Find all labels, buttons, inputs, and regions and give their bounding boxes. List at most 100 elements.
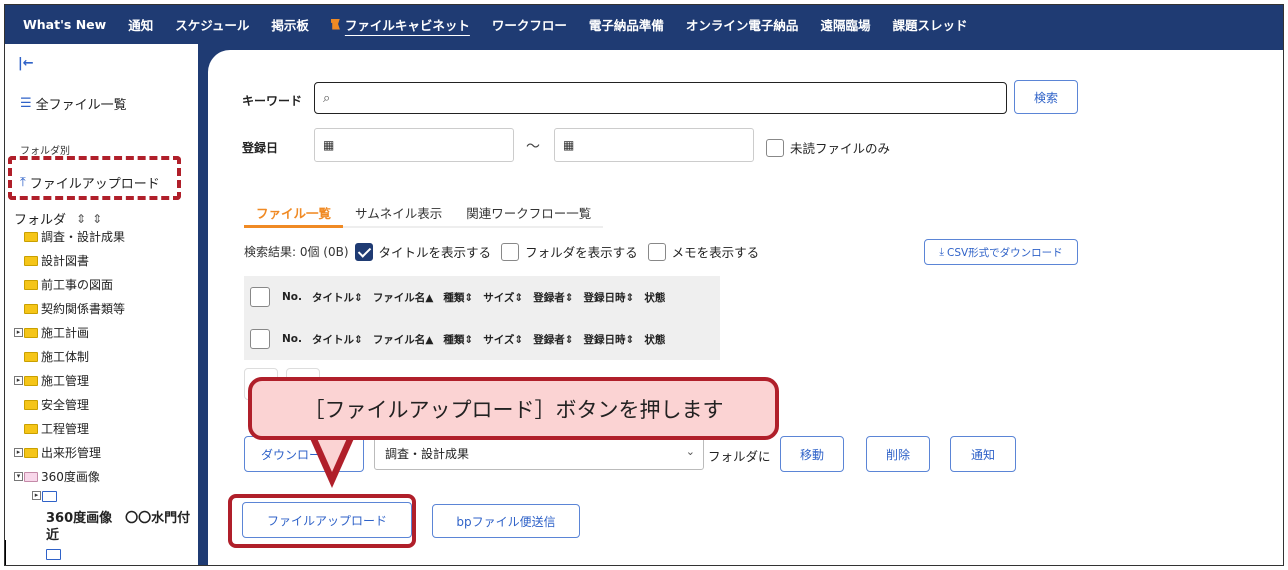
app-frame: |← ☰ 全ファイル一覧 フォルダ別 ⤒ ファイルアップロード フォルダ ⇕⇕ … xyxy=(4,44,1284,566)
bp-file-send-button[interactable]: bpファイル便送信 xyxy=(432,504,580,538)
list-icon: ☰ xyxy=(20,96,32,111)
nav-file-cabinet-label: ファイルキャビネット xyxy=(344,17,470,33)
table-header-row: No. タイトル⇕ ファイル名▲ 種類⇕ サイズ⇕ 登録者⇕ 登録日時⇕ 状態 xyxy=(244,276,675,318)
expand-icon[interactable]: ▸ xyxy=(14,376,23,385)
nav-schedule[interactable]: スケジュール xyxy=(175,4,249,44)
col-status[interactable]: 状態 xyxy=(644,332,665,347)
nav-online-e-delivery[interactable]: オンライン電子納品 xyxy=(686,4,799,44)
show-title-option[interactable]: タイトルを表示する xyxy=(354,242,492,261)
tree-item[interactable]: 契約関係書類等 xyxy=(24,300,125,317)
tree-item-label: 出来形管理 xyxy=(41,446,102,460)
csv-download-button[interactable]: ⤓ CSV形式でダウンロード xyxy=(924,239,1078,265)
by-folder-label: フォルダ別 xyxy=(20,146,70,157)
collapse-sidebar-icon[interactable]: |← xyxy=(18,56,34,71)
download-icon: ⤓ xyxy=(939,245,944,258)
tree-item-label: 施工管理 xyxy=(41,374,90,388)
sidebar-upload-link[interactable]: ⤒ ファイルアップロード xyxy=(20,173,160,192)
nav-e-delivery-prep[interactable]: 電子納品準備 xyxy=(589,4,664,44)
result-count: 検索結果: 0個 (0B) xyxy=(244,245,349,259)
tree-item[interactable]: ▸ 施工管理 xyxy=(14,372,89,389)
col-no[interactable]: No. xyxy=(282,333,302,345)
tree-item[interactable]: 設計図書 xyxy=(24,252,89,269)
show-folder-option[interactable]: フォルダを表示する xyxy=(501,242,638,261)
show-memo-checkbox[interactable] xyxy=(647,242,666,261)
tree-item[interactable]: ▸ 出来形管理 xyxy=(14,444,101,461)
nav-issue-threads[interactable]: 課題スレッド xyxy=(892,4,967,44)
col-size[interactable]: サイズ⇕ xyxy=(483,290,523,305)
col-filename[interactable]: ファイル名▲ xyxy=(373,290,434,305)
search-button[interactable]: 検索 xyxy=(1014,80,1078,114)
expand-icon[interactable]: ▸ xyxy=(14,448,23,457)
move-button[interactable]: 移動 xyxy=(780,436,844,472)
tab-file-list[interactable]: ファイル一覧 xyxy=(244,204,344,228)
tree-item[interactable]: ▸ 施工計画 xyxy=(14,324,89,341)
folder-icon xyxy=(24,375,38,386)
date-to-input[interactable]: ▦ xyxy=(554,128,754,162)
col-registered-at[interactable]: 登録日時⇕ xyxy=(584,290,635,305)
nav-file-cabinet[interactable]: ファイルキャビネット xyxy=(330,4,470,44)
folder-sort-icon[interactable]: ⇕⇕ xyxy=(76,212,108,226)
select-all-checkbox[interactable] xyxy=(250,329,270,349)
tree-item[interactable]: ▾ 360度画像 xyxy=(14,468,100,485)
tree-item[interactable]: ▸ xyxy=(32,490,60,502)
file-upload-button[interactable]: ファイルアップロード xyxy=(242,502,412,538)
col-type[interactable]: 種類⇕ xyxy=(443,332,473,347)
destination-folder-value: 調査・設計成果 xyxy=(385,446,470,461)
tree-item-label: 360度画像 xyxy=(41,470,100,484)
collapse-icon[interactable]: ▾ xyxy=(14,472,23,481)
nav-remote-inspection[interactable]: 遠隔臨場 xyxy=(820,4,870,44)
col-title[interactable]: タイトル⇕ xyxy=(312,290,363,305)
keyword-input[interactable]: ⌕ xyxy=(314,82,1007,114)
expand-icon[interactable]: ▸ xyxy=(14,328,23,337)
col-registered-at[interactable]: 登録日時⇕ xyxy=(584,332,635,347)
tree-item[interactable]: 前工事の図面 xyxy=(24,276,113,293)
unread-only-checkbox[interactable] xyxy=(766,138,784,157)
tree-item-label: 設計図書 xyxy=(41,254,90,268)
instruction-callout: ［ファイルアップロード］ボタンを押します xyxy=(248,377,779,440)
expand-icon[interactable]: ▸ xyxy=(32,491,41,500)
col-registrant[interactable]: 登録者⇕ xyxy=(533,290,573,305)
col-title[interactable]: タイトル⇕ xyxy=(312,332,363,347)
folder-icon xyxy=(24,303,38,314)
folder-icon xyxy=(24,423,38,434)
nav-whats-new[interactable]: What's New xyxy=(23,4,106,44)
delete-button[interactable]: 削除 xyxy=(866,436,930,472)
folder-icon xyxy=(24,231,38,242)
nav-bulletin-board[interactable]: 掲示板 xyxy=(271,4,309,44)
tree-item[interactable]: 工程管理 xyxy=(24,420,89,437)
tree-item-label: 工程管理 xyxy=(41,422,90,436)
flag-icon xyxy=(330,18,340,30)
unread-only-option[interactable]: 未読ファイルのみ xyxy=(766,138,890,157)
destination-folder-select[interactable]: 調査・設計成果 ⌄ xyxy=(374,436,704,470)
show-memo-option[interactable]: メモを表示する xyxy=(647,242,759,261)
nav-notifications[interactable]: 通知 xyxy=(128,4,153,44)
table-footer-row: No. タイトル⇕ ファイル名▲ 種類⇕ サイズ⇕ 登録者⇕ 登録日時⇕ 状態 xyxy=(244,318,675,360)
col-no[interactable]: No. xyxy=(282,291,302,303)
tab-thumbnail[interactable]: サムネイル表示 xyxy=(343,204,455,228)
col-registrant[interactable]: 登録者⇕ xyxy=(533,332,573,347)
col-size[interactable]: サイズ⇕ xyxy=(483,332,523,347)
tab-related-workflows[interactable]: 関連ワークフロー一覧 xyxy=(454,204,604,228)
show-title-label: タイトルを表示する xyxy=(378,245,492,260)
sidebar-upload-label: ファイルアップロード xyxy=(29,177,160,192)
tree-item[interactable]: 360度画像 〇〇水門付近 xyxy=(46,510,196,544)
col-filename[interactable]: ファイル名▲ xyxy=(373,332,434,347)
folder-icon xyxy=(24,471,38,482)
nav-workflow[interactable]: ワークフロー xyxy=(492,4,567,44)
tree-item[interactable]: 施工体制 xyxy=(24,348,89,365)
tree-item xyxy=(46,548,64,560)
folder-icon xyxy=(24,279,38,290)
sidebar-all-files[interactable]: ☰ 全ファイル一覧 xyxy=(20,94,127,113)
folder-heading-label: フォルダ xyxy=(14,213,67,228)
tree-item[interactable]: 安全管理 xyxy=(24,396,89,413)
folder-icon xyxy=(24,255,38,266)
date-from-input[interactable]: ▦ xyxy=(314,128,514,162)
col-status[interactable]: 状態 xyxy=(644,290,665,305)
col-type[interactable]: 種類⇕ xyxy=(443,290,473,305)
file-table: No. タイトル⇕ ファイル名▲ 種類⇕ サイズ⇕ 登録者⇕ 登録日時⇕ 状態 … xyxy=(244,276,720,360)
show-title-checkbox[interactable] xyxy=(354,242,373,261)
notify-button[interactable]: 通知 xyxy=(950,436,1016,472)
tree-item[interactable]: 調査・設計成果 xyxy=(24,228,125,245)
show-folder-checkbox[interactable] xyxy=(501,242,520,261)
select-all-checkbox[interactable] xyxy=(250,287,270,307)
